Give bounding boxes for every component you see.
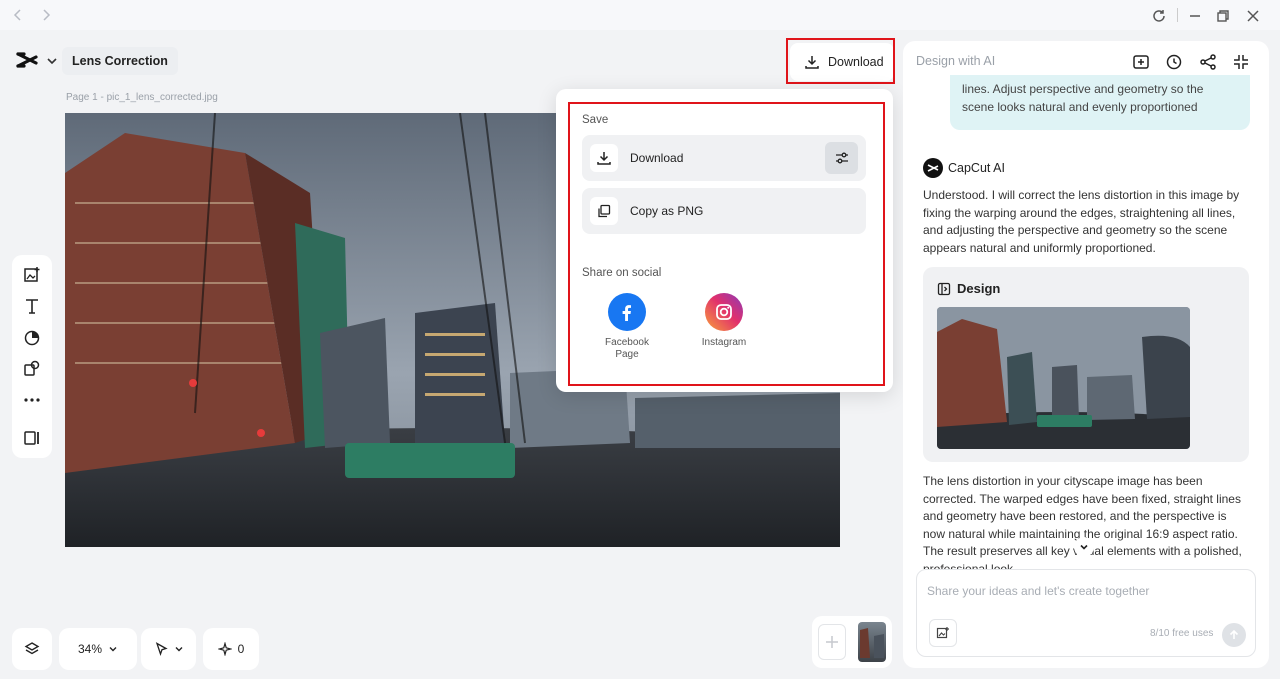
scroll-down-button[interactable] xyxy=(1074,537,1094,557)
design-card-header: Design xyxy=(937,281,1000,296)
divider xyxy=(1177,8,1178,22)
pointer-tool-dropdown[interactable] xyxy=(141,628,196,670)
ai-design-panel: Design with AI lines. Adjust perspective… xyxy=(903,41,1269,668)
layers-icon xyxy=(24,641,40,657)
chevron-down-icon xyxy=(174,644,184,654)
zoom-dropdown[interactable]: 34% xyxy=(59,628,137,670)
layers-button[interactable] xyxy=(12,628,52,670)
send-button[interactable] xyxy=(1222,623,1246,647)
refresh-icon[interactable] xyxy=(1150,7,1168,25)
design-card-title: Design xyxy=(957,281,1001,296)
design-icon xyxy=(937,282,951,296)
history-icon[interactable] xyxy=(1164,52,1184,72)
arrow-up-icon xyxy=(1228,629,1240,641)
pointer-icon xyxy=(154,642,168,656)
user-message: lines. Adjust perspective and geometry s… xyxy=(950,75,1250,130)
chevron-down-icon xyxy=(108,644,118,654)
share-icon[interactable] xyxy=(1198,52,1218,72)
minimize-icon[interactable] xyxy=(1186,7,1204,25)
ai-reply-text: Understood. I will correct the lens dist… xyxy=(923,188,1240,255)
elements-icon[interactable] xyxy=(22,359,42,379)
sparkle-icon xyxy=(217,642,232,656)
chevron-down-icon[interactable] xyxy=(45,54,59,68)
design-result-card[interactable]: Design xyxy=(923,267,1249,462)
back-icon[interactable] xyxy=(10,7,26,23)
add-image-icon[interactable] xyxy=(22,265,42,285)
upload-image-button[interactable] xyxy=(929,619,957,647)
free-uses-counter: 8/10 free uses xyxy=(1150,628,1214,639)
plus-icon xyxy=(825,635,839,649)
more-icon[interactable] xyxy=(22,390,42,410)
page-thumbnail[interactable] xyxy=(858,622,886,662)
shapes-icon[interactable] xyxy=(22,328,42,348)
ai-author: CapCut AI xyxy=(923,158,1005,178)
chat-input-placeholder[interactable]: Share your ideas and let's create togeth… xyxy=(927,584,1149,598)
design-result-image[interactable] xyxy=(937,307,1190,449)
panel-toggle-icon[interactable] xyxy=(22,428,42,448)
page-thumbnails xyxy=(812,616,892,668)
forward-icon[interactable] xyxy=(38,7,54,23)
panel-title: Design with AI xyxy=(916,54,996,68)
magic-count: 0 xyxy=(237,642,245,656)
document-name[interactable]: Lens Correction xyxy=(62,47,178,75)
magic-credits-button[interactable]: 0 xyxy=(203,628,259,670)
add-page-button[interactable] xyxy=(818,624,846,660)
text-icon[interactable] xyxy=(22,296,42,316)
highlight-box xyxy=(786,38,895,84)
new-chat-icon[interactable] xyxy=(1131,52,1151,72)
close-icon[interactable] xyxy=(1244,7,1262,25)
chevron-down-icon xyxy=(1078,541,1090,553)
page-label: Page 1 - pic_1_lens_corrected.jpg xyxy=(66,92,218,103)
collapse-icon[interactable] xyxy=(1231,52,1251,72)
highlight-box xyxy=(568,102,885,386)
capcut-logo-icon[interactable] xyxy=(16,50,38,70)
window-title-bar xyxy=(0,0,1280,30)
ai-author-name: CapCut AI xyxy=(948,161,1005,175)
zoom-value: 34% xyxy=(77,642,103,656)
chat-input-box[interactable]: Share your ideas and let's create togeth… xyxy=(916,569,1256,657)
left-toolbar xyxy=(12,255,52,458)
restore-icon[interactable] xyxy=(1214,7,1232,25)
image-upload-icon xyxy=(936,626,950,640)
capcut-ai-icon xyxy=(923,158,943,178)
